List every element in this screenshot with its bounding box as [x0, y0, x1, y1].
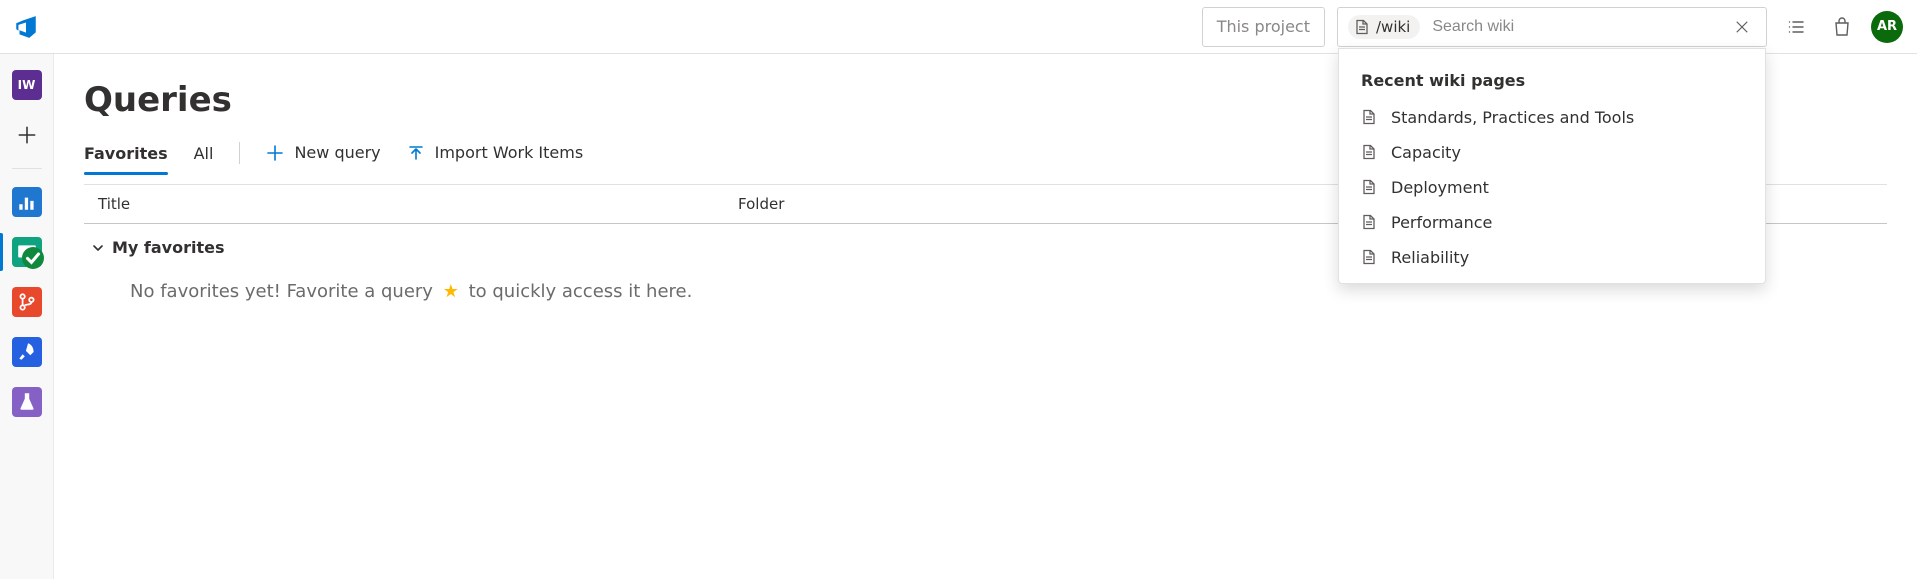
- import-icon: [407, 144, 425, 162]
- search-filter-chip[interactable]: /wiki: [1348, 15, 1420, 39]
- dropdown-item-label: Performance: [1391, 213, 1492, 232]
- close-icon: [1735, 20, 1749, 34]
- flask-icon: [16, 391, 38, 413]
- user-avatar[interactable]: AR: [1871, 11, 1903, 43]
- plus-icon: [16, 124, 38, 146]
- dropdown-item[interactable]: Capacity: [1339, 135, 1765, 170]
- dropdown-item-label: Reliability: [1391, 248, 1469, 267]
- document-icon: [1361, 109, 1377, 125]
- settings-list-button[interactable]: [1779, 10, 1813, 44]
- toolbar-separator: [239, 142, 240, 164]
- column-header-title[interactable]: Title: [84, 185, 724, 223]
- azure-devops-logo[interactable]: [12, 13, 40, 41]
- dropdown-item[interactable]: Standards, Practices and Tools: [1339, 100, 1765, 135]
- dashboard-icon: [16, 191, 38, 213]
- list-icon: [1786, 17, 1806, 37]
- dropdown-item-label: Standards, Practices and Tools: [1391, 108, 1634, 127]
- favorites-group-label: My favorites: [112, 238, 225, 257]
- import-work-items-button[interactable]: Import Work Items: [407, 143, 584, 170]
- plus-icon: [266, 144, 284, 162]
- rail-boards-button[interactable]: [10, 235, 44, 269]
- testplans-tile: [12, 387, 42, 417]
- document-icon: [1361, 249, 1377, 265]
- tab-all[interactable]: All: [194, 138, 214, 175]
- import-label: Import Work Items: [435, 143, 584, 162]
- tab-favorites[interactable]: Favorites: [84, 138, 168, 175]
- dropdown-item[interactable]: Reliability: [1339, 240, 1765, 275]
- dropdown-item[interactable]: Deployment: [1339, 170, 1765, 205]
- dropdown-title: Recent wiki pages: [1339, 65, 1765, 100]
- project-tile: IW: [12, 70, 42, 100]
- rail-add-button[interactable]: [10, 118, 44, 152]
- search-clear-button[interactable]: [1728, 13, 1756, 41]
- empty-text-after: to quickly access it here.: [469, 281, 693, 302]
- document-icon: [1361, 214, 1377, 230]
- project-initials: IW: [18, 78, 36, 92]
- boards-tile: [12, 237, 42, 267]
- document-icon: [1361, 179, 1377, 195]
- rail-overview-button[interactable]: [10, 185, 44, 219]
- dropdown-item[interactable]: Performance: [1339, 205, 1765, 240]
- dropdown-item-label: Deployment: [1391, 178, 1489, 197]
- marketplace-button[interactable]: [1825, 10, 1859, 44]
- search-input[interactable]: [1430, 8, 1718, 46]
- shopping-bag-icon: [1832, 17, 1852, 37]
- repos-tile: [12, 287, 42, 317]
- rail-separator: [12, 168, 42, 169]
- topbar: This project /wiki Recent wiki pages Sta…: [0, 0, 1917, 54]
- new-query-label: New query: [294, 143, 380, 162]
- search-box: /wiki Recent wiki pages Standards, Pract…: [1337, 7, 1767, 47]
- empty-text-before: No favorites yet! Favorite a query: [130, 281, 433, 302]
- document-icon: [1361, 144, 1377, 160]
- search-filter-label: /wiki: [1376, 18, 1410, 36]
- star-icon: ★: [443, 281, 459, 302]
- search-scope-chip[interactable]: This project: [1202, 7, 1325, 47]
- rocket-icon: [16, 341, 38, 363]
- overview-tile: [12, 187, 42, 217]
- document-icon: [1354, 19, 1370, 35]
- search-scope-label: This project: [1217, 17, 1310, 36]
- rail-project-button[interactable]: IW: [10, 68, 44, 102]
- check-badge-icon: [22, 247, 44, 269]
- chevron-down-icon: [90, 240, 106, 256]
- dropdown-item-label: Capacity: [1391, 143, 1461, 162]
- search-suggestions-dropdown: Recent wiki pages Standards, Practices a…: [1338, 48, 1766, 284]
- pipelines-tile: [12, 337, 42, 367]
- new-query-button[interactable]: New query: [266, 143, 380, 170]
- avatar-initials: AR: [1877, 19, 1897, 34]
- rail-repos-button[interactable]: [10, 285, 44, 319]
- left-nav-rail: IW: [0, 54, 54, 579]
- branch-icon: [16, 291, 38, 313]
- rail-pipelines-button[interactable]: [10, 335, 44, 369]
- rail-testplans-button[interactable]: [10, 385, 44, 419]
